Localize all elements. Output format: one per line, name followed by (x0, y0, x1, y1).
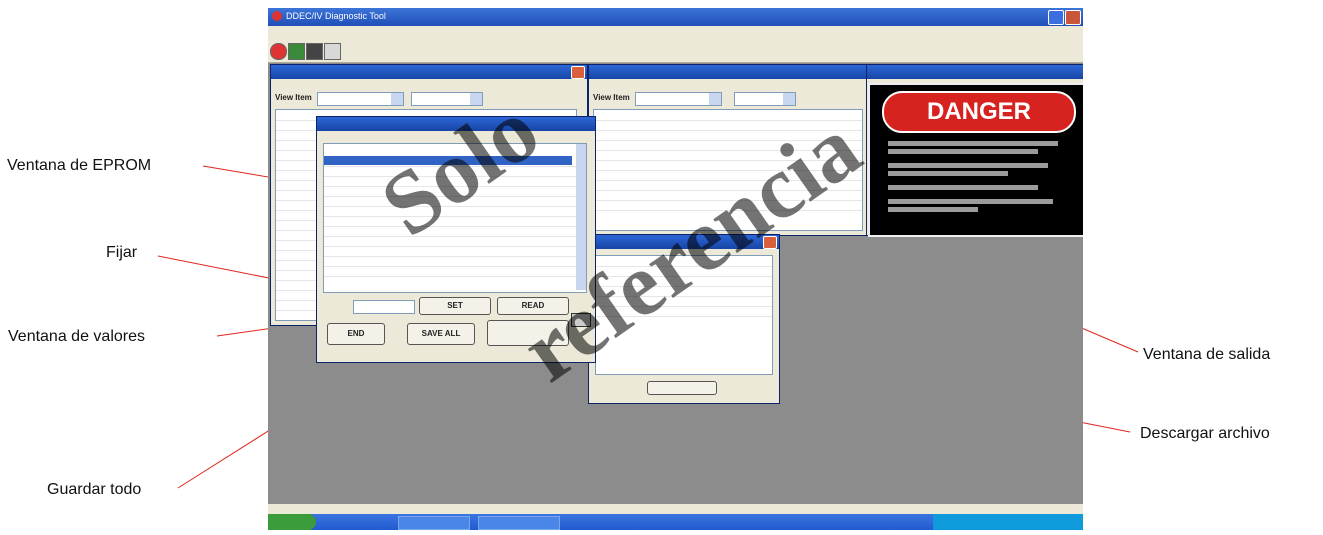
system-tray (933, 514, 1083, 530)
close-icon[interactable] (571, 66, 585, 79)
taskbar (268, 514, 1083, 530)
danger-window-title (867, 65, 1083, 79)
callout-set: Fijar (106, 244, 138, 261)
view-item-label-right: View Item (593, 93, 630, 102)
danger-panel: DANGER (868, 83, 1083, 237)
callout-save-all: Guardar todo (47, 481, 142, 498)
close-icon[interactable] (1065, 10, 1081, 25)
app-screenshot: DDEC/IV Diagnostic Tool View Item View I… (268, 8, 1083, 530)
save-all-button[interactable]: SAVE ALL (407, 323, 475, 345)
callout-download-file: Descargar archivo (1140, 425, 1270, 442)
view-item-select-right[interactable] (635, 92, 722, 106)
callout-output-window: Ventana de salida (1143, 346, 1271, 363)
danger-sign: DANGER (882, 91, 1076, 133)
app-icon (272, 11, 282, 21)
app-title: DDEC/IV Diagnostic Tool (286, 11, 386, 21)
start-button[interactable] (268, 514, 316, 530)
view-item-select-right-2[interactable] (734, 92, 796, 106)
binoculars-icon[interactable] (306, 43, 323, 60)
taskbar-item[interactable] (398, 516, 470, 530)
status-bar (268, 504, 1083, 514)
set-button[interactable]: SET (419, 297, 491, 315)
fault-window-button[interactable] (647, 381, 717, 395)
menu-bar (268, 26, 1083, 40)
view-item-select-left[interactable] (317, 92, 404, 106)
toolbar (268, 40, 1083, 63)
callout-eprom-window: Ventana de EPROM (7, 157, 152, 174)
value-input[interactable] (353, 300, 415, 314)
callout-values-window: Ventana de valores (8, 328, 145, 345)
output-window-title (589, 65, 871, 79)
minimize-icon[interactable] (1048, 10, 1064, 25)
grid-icon[interactable] (324, 43, 341, 60)
data-window-left-title (271, 65, 587, 79)
stop-icon[interactable] (270, 43, 287, 60)
taskbar-item[interactable] (478, 516, 560, 530)
chart-icon[interactable] (288, 43, 305, 60)
view-item-label-left: View Item (275, 93, 312, 102)
app-title-bar: DDEC/IV Diagnostic Tool (268, 8, 1083, 26)
end-button[interactable]: END (327, 323, 385, 345)
